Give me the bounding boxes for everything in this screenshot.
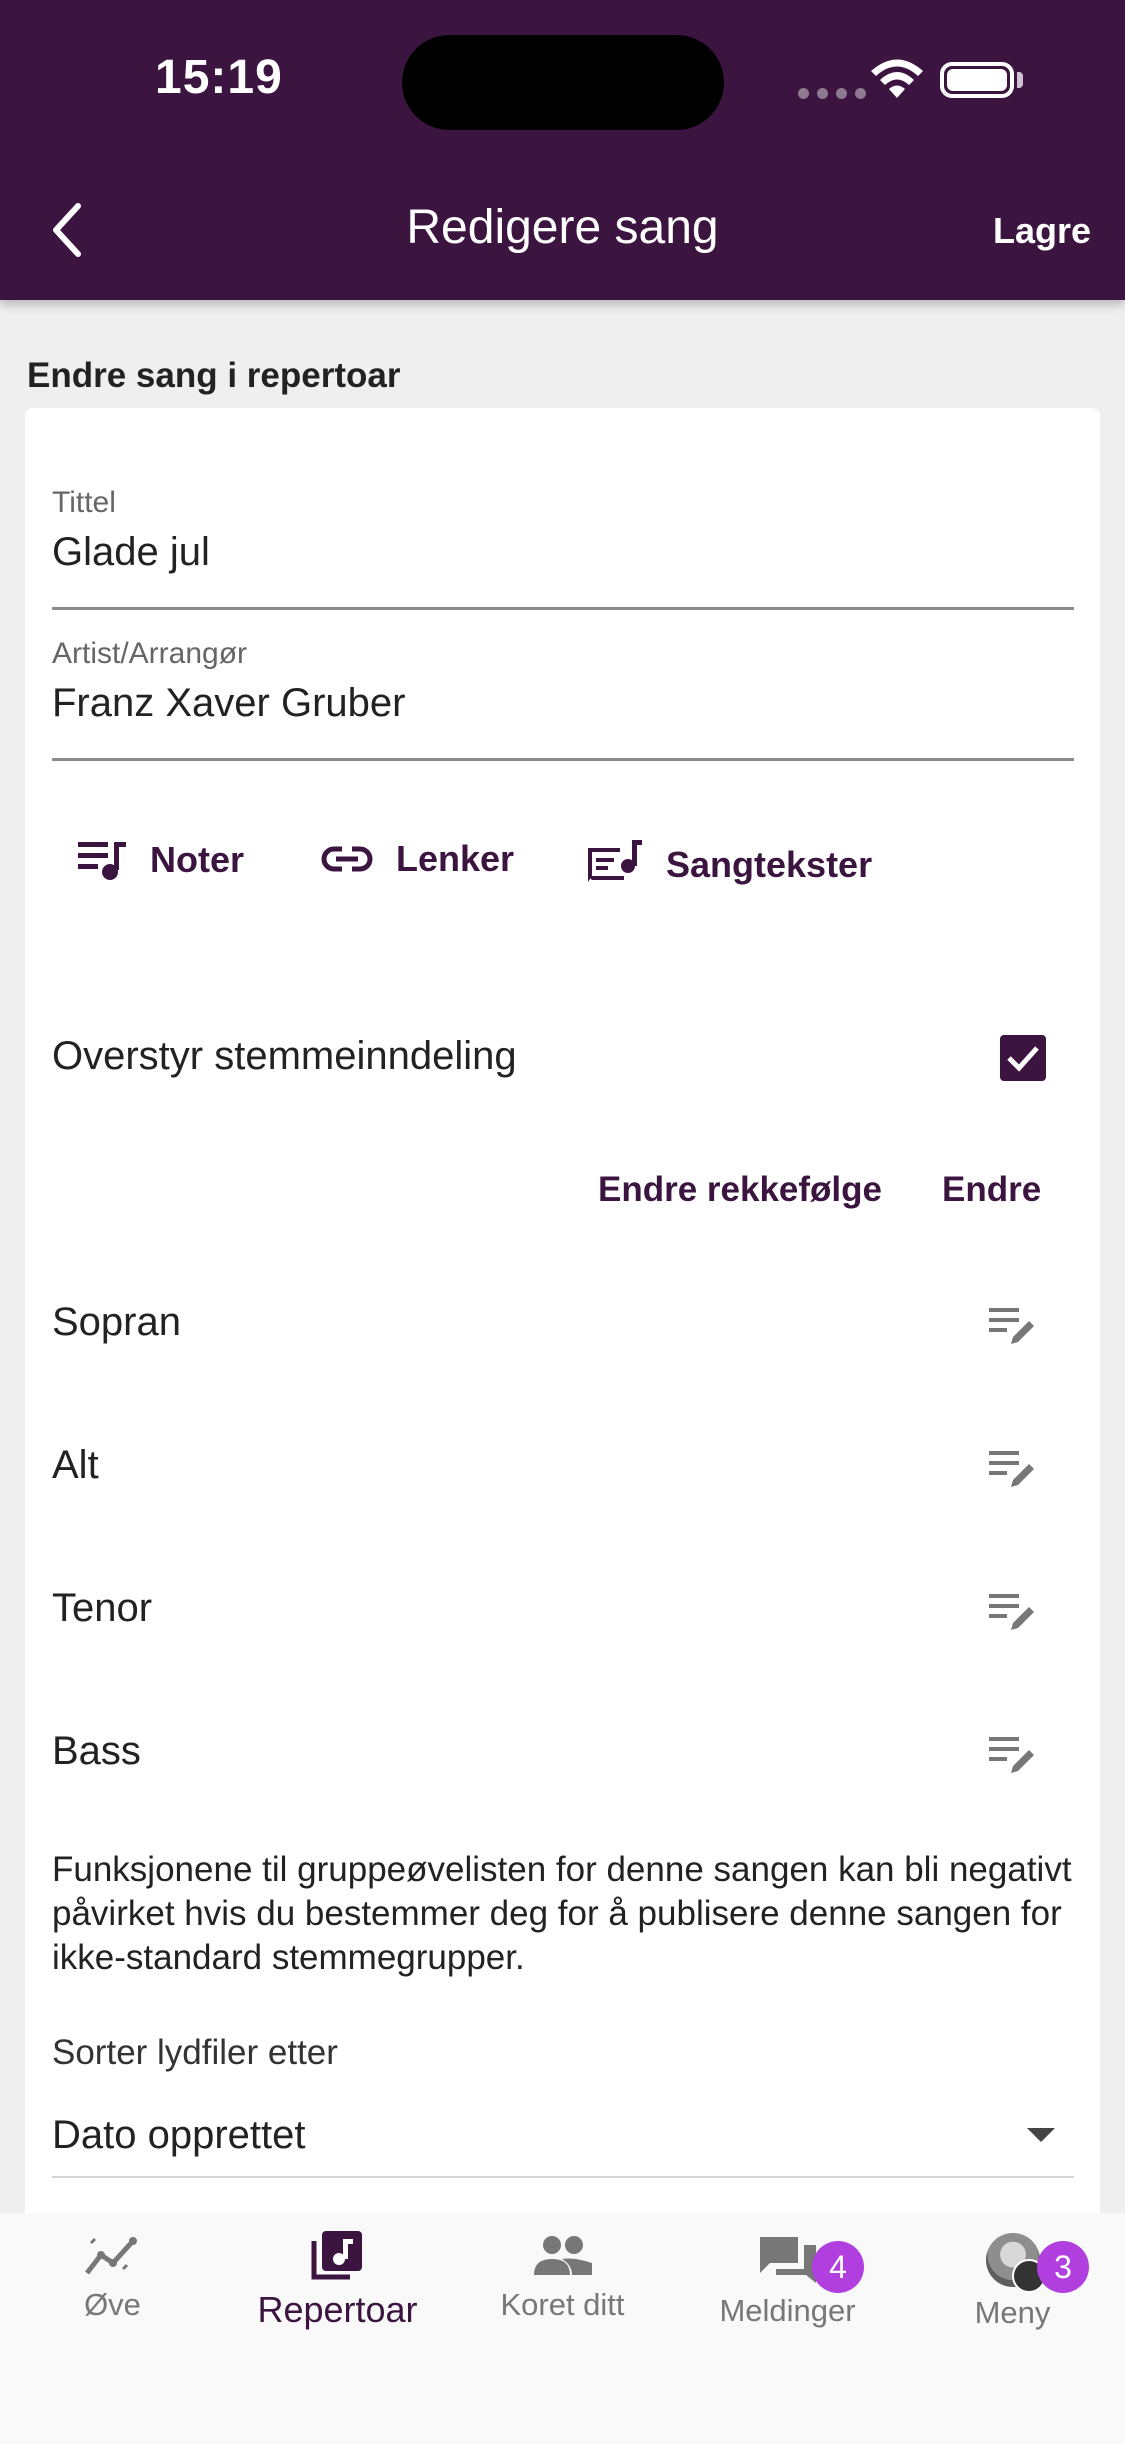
edit-notes-icon[interactable] <box>985 1304 1037 1350</box>
dropdown-arrow-icon[interactable] <box>1027 2128 1055 2142</box>
voice-group-warning: Funksjonene til gruppeøvelisten for denn… <box>52 1850 1072 1977</box>
tab-practice-label: Øve <box>84 2287 141 2322</box>
repertoire-icon <box>311 2231 362 2280</box>
bottom-tab-bar: Øve Repertoar Koret ditt Meldinger 4 Men… <box>0 2213 1125 2444</box>
section-label: Endre sang i repertoar <box>27 356 401 395</box>
page-title: Redigere sang <box>406 201 719 254</box>
practice-icon <box>84 2237 137 2275</box>
links-label: Lenker <box>396 838 515 879</box>
voice-item-bass: Bass <box>52 1729 141 1773</box>
sort-underline <box>52 2176 1074 2178</box>
tab-practice[interactable]: Øve <box>0 2233 225 2323</box>
signal-dots-icon <box>798 88 866 99</box>
save-button[interactable]: Lagre <box>993 210 1091 252</box>
checkmark-icon <box>1007 1046 1039 1072</box>
tab-menu[interactable]: Meny 3 <box>900 2233 1125 2331</box>
tab-choir-label: Koret ditt <box>500 2287 625 2322</box>
sort-audio-select[interactable]: Dato opprettet <box>52 2113 306 2158</box>
sort-audio-label: Sorter lydfiler etter <box>52 2033 338 2072</box>
edit-notes-icon[interactable] <box>985 1733 1037 1779</box>
title-field-value[interactable]: Glade jul <box>52 530 1074 575</box>
artist-field-label: Artist/Arrangør <box>52 637 248 670</box>
messages-badge: 4 <box>812 2241 864 2293</box>
tab-messages-label: Meldinger <box>719 2293 856 2328</box>
tab-repertoire[interactable]: Repertoar <box>225 2229 450 2331</box>
voice-item-tenor: Tenor <box>52 1586 153 1630</box>
tab-menu-label: Meny <box>974 2295 1051 2330</box>
links-button[interactable]: Lenker <box>320 838 514 880</box>
link-icon <box>321 846 373 872</box>
wifi-icon <box>871 59 923 98</box>
artist-field-value[interactable]: Franz Xaver Gruber <box>52 681 1074 726</box>
tab-messages[interactable]: Meldinger 4 <box>675 2233 900 2329</box>
lyrics-button[interactable]: Sangtekster <box>584 838 872 892</box>
reorder-voices-button[interactable]: Endre rekkefølge <box>598 1170 882 1210</box>
messages-icon <box>759 2237 816 2283</box>
edit-notes-icon[interactable] <box>985 1590 1037 1636</box>
title-field[interactable]: Tittel Glade jul <box>52 486 1074 610</box>
override-voices-checkbox[interactable] <box>1000 1035 1046 1081</box>
tab-choir[interactable]: Koret ditt <box>450 2233 675 2323</box>
battery-tip <box>1017 72 1023 88</box>
title-field-label: Tittel <box>52 486 116 519</box>
voice-item-sopran: Sopran <box>52 1300 181 1344</box>
artist-field[interactable]: Artist/Arrangør Franz Xaver Gruber <box>52 637 1074 761</box>
status-time: 15:19 <box>155 51 283 104</box>
lyrics-label: Sangtekster <box>666 844 873 885</box>
lyrics-icon <box>588 840 642 882</box>
voice-item-alt: Alt <box>52 1443 99 1487</box>
choir-icon <box>533 2236 592 2275</box>
sheet-music-label: Noter <box>150 839 245 880</box>
sheet-music-icon <box>78 842 126 880</box>
battery-icon <box>940 62 1014 98</box>
edit-notes-icon[interactable] <box>985 1447 1037 1493</box>
sheet-music-button[interactable]: Noter <box>78 838 244 882</box>
avatar-icon <box>985 2233 1046 2293</box>
edit-voices-button[interactable]: Endre <box>942 1170 1041 1210</box>
menu-badge: 3 <box>1037 2241 1089 2293</box>
app-header: 15:19 Redigere sang Lagre <box>0 0 1125 300</box>
override-voices-label: Overstyr stemmeinndeling <box>52 1034 517 1078</box>
dynamic-island <box>402 35 724 130</box>
tab-repertoire-label: Repertoar <box>257 2289 418 2330</box>
